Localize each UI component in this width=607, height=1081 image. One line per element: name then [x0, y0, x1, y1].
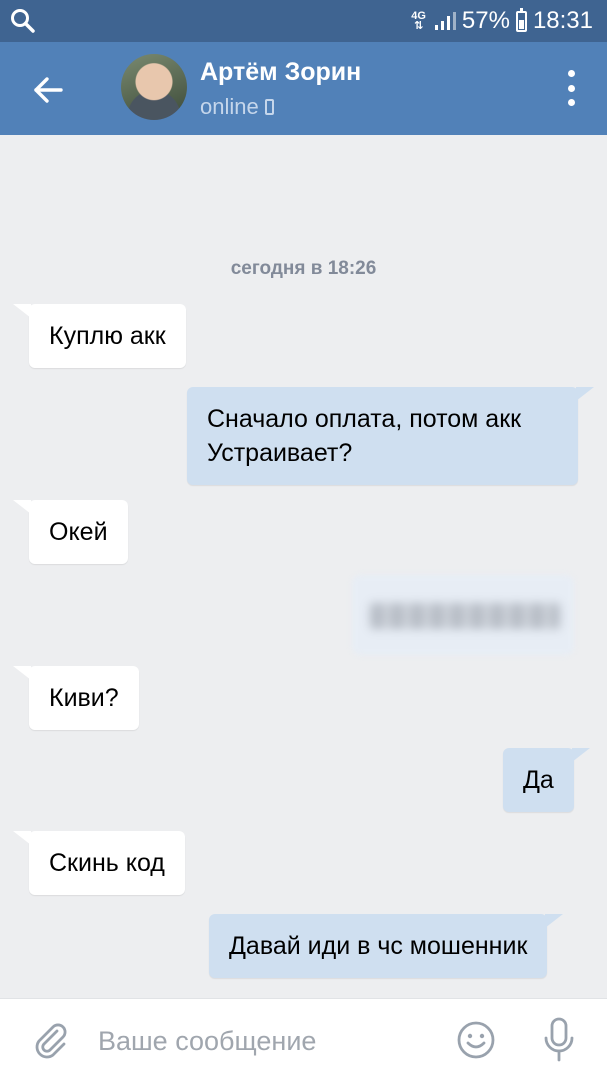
message-text: Скинь код — [49, 849, 165, 877]
message-text: Давай иди в чс мошенник — [229, 932, 528, 960]
message-outgoing-blurred[interactable] — [352, 575, 574, 655]
contact-avatar[interactable] — [121, 54, 187, 120]
message-text-line: Сначало оплата, потом акк — [207, 405, 522, 433]
message-incoming[interactable]: Скинь код — [13, 831, 185, 895]
battery-icon — [515, 7, 527, 32]
message-text: Да — [523, 766, 554, 794]
clock: 18:31 — [532, 7, 593, 34]
message-text: Киви? — [49, 684, 119, 712]
mobile-phone-icon — [264, 99, 274, 115]
emoji-icon[interactable] — [456, 1020, 496, 1060]
more-menu-icon[interactable] — [563, 70, 579, 106]
message-composer — [0, 998, 607, 1081]
contact-status-text: online — [200, 94, 259, 119]
message-incoming[interactable]: Киви? — [13, 666, 139, 730]
message-text: Куплю акк — [49, 322, 166, 350]
message-outgoing[interactable]: Да — [503, 748, 590, 812]
contact-name[interactable]: Артём Зорин — [200, 58, 361, 87]
message-outgoing[interactable]: Сначало оплата, потом акк Устраивает? — [187, 387, 594, 485]
signal-icon — [434, 12, 456, 30]
status-bar: 4G ⇅ 57% 18:31 — [0, 0, 607, 42]
network-type: 4G ⇅ — [411, 10, 426, 32]
message-text: Окей — [49, 518, 108, 546]
contact-status: online — [200, 94, 274, 120]
message-text-line: Устраивает? — [207, 439, 353, 467]
message-incoming[interactable]: Куплю акк — [13, 304, 186, 368]
message-outgoing[interactable]: Давай иди в чс мошенник — [209, 914, 564, 978]
blurred-text — [370, 603, 560, 629]
paperclip-icon[interactable] — [30, 1019, 70, 1059]
chat-header: Артём Зорин online — [0, 42, 607, 135]
microphone-icon[interactable] — [541, 1016, 577, 1064]
battery-percent: 57% — [461, 7, 510, 34]
message-input[interactable] — [96, 1021, 430, 1061]
back-arrow-icon[interactable] — [30, 72, 66, 108]
status-indicators: 4G ⇅ 57% 18:31 — [411, 0, 593, 42]
search-icon[interactable] — [10, 8, 36, 34]
date-separator: сегодня в 18:26 — [230, 258, 377, 279]
message-incoming[interactable]: Окей — [13, 500, 128, 564]
